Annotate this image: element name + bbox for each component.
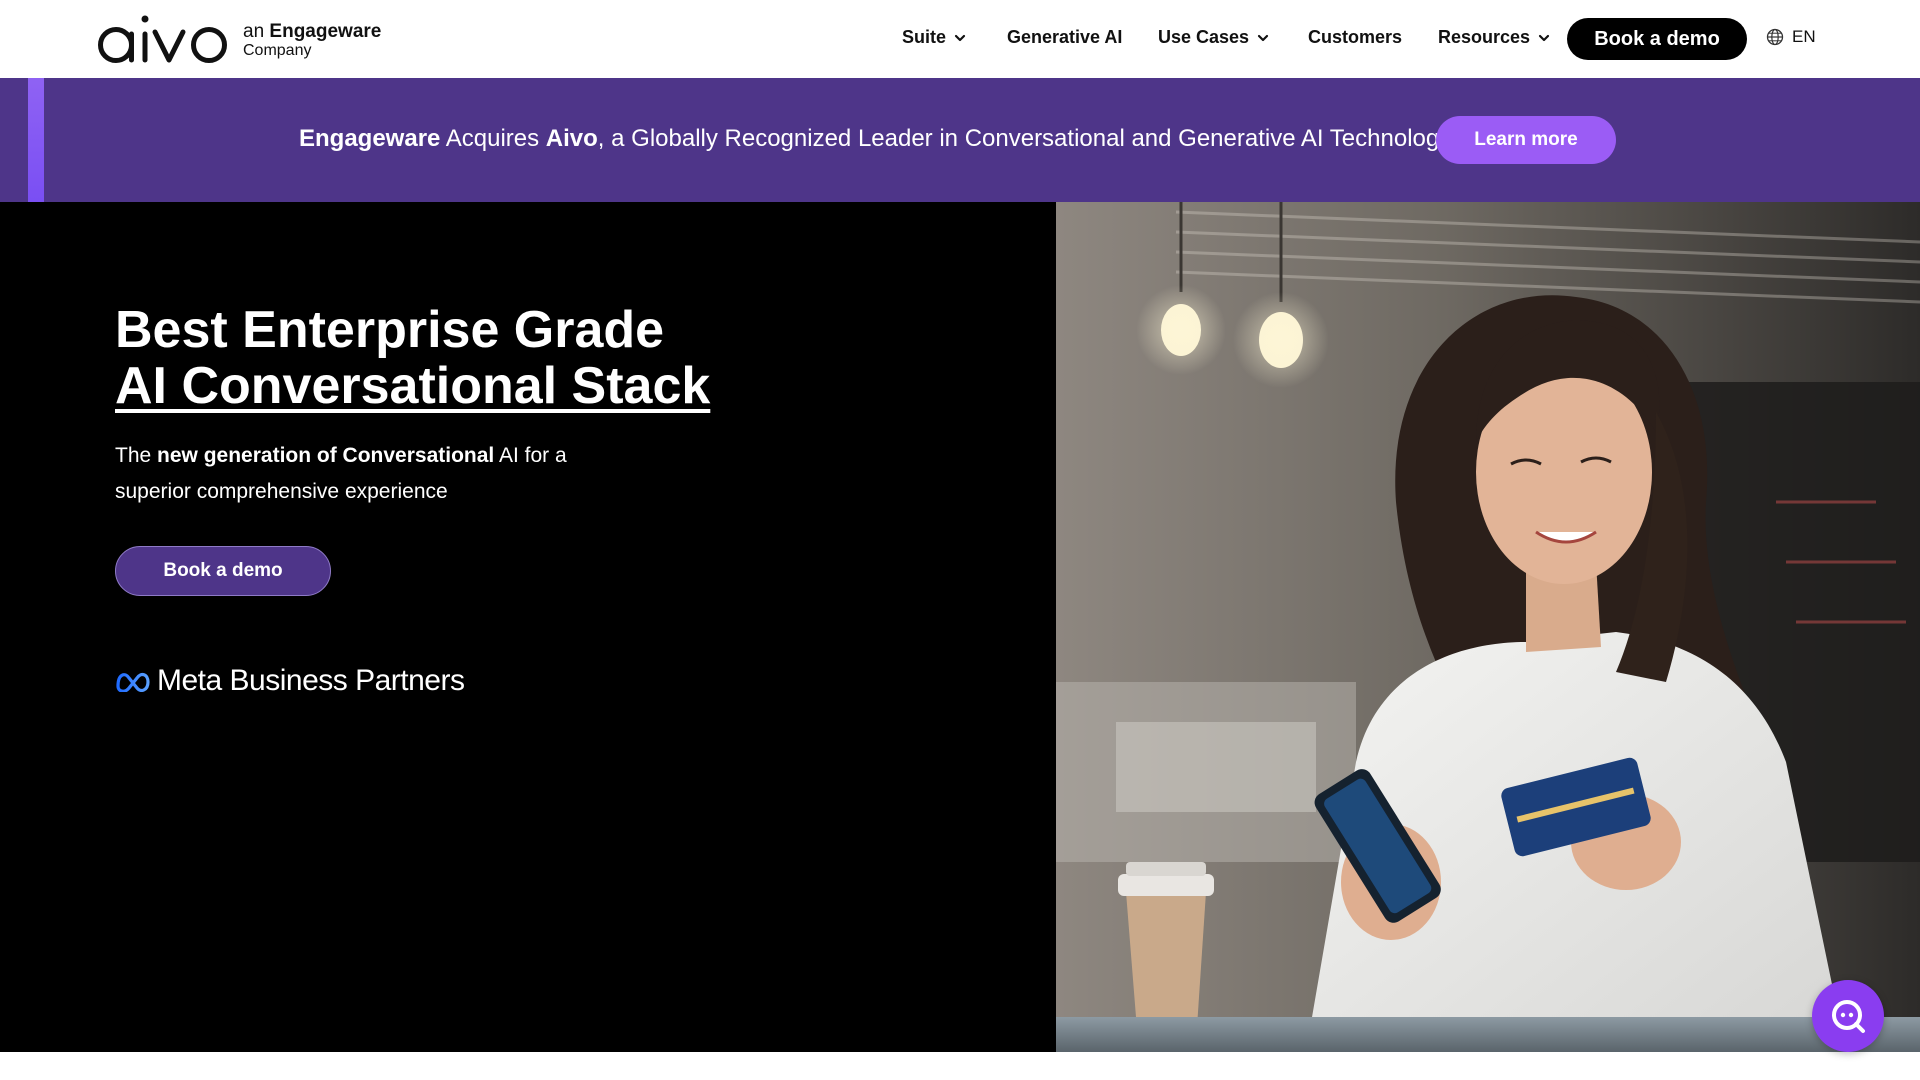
language-label: EN <box>1792 27 1816 46</box>
announcement-banner: Engageware Acquires Aivo, a Globally Rec… <box>0 78 1920 202</box>
hero-subtitle: The new generation of Conversational AI … <box>115 438 635 510</box>
meta-infinity-icon <box>116 672 150 692</box>
nav-item-label: Generative AI <box>1007 27 1123 47</box>
nav-item-label: Customers <box>1308 27 1403 47</box>
hero-photo-woman-paying-with-phone <box>1056 202 1920 1052</box>
learn-more-button[interactable]: Learn more <box>1436 116 1616 164</box>
aivo-logo-mark <box>98 15 227 63</box>
chevron-down-icon <box>1538 34 1550 41</box>
chevron-down-icon <box>1257 34 1269 41</box>
chevron-down-icon <box>954 34 966 41</box>
banner-message: Engageware Acquires Aivo, a Globally Rec… <box>299 125 1451 153</box>
logo-sub-brand: Engageware <box>269 20 382 42</box>
chat-launcher-button[interactable] <box>1812 980 1884 1052</box>
logo-subtitle: an Engageware Company <box>243 22 381 59</box>
banner-brand-engageware: Engageware <box>299 125 441 152</box>
hero-subtitle-bold: new generation of Conversational <box>157 444 495 467</box>
meta-business-partners-badge: Meta Business Partners <box>115 664 465 698</box>
hero-photo-illustration <box>1056 202 1920 1052</box>
logo-sub-prefix: an <box>243 20 265 42</box>
hero-book-demo-button[interactable]: Book a demo <box>115 546 331 596</box>
company-logo[interactable]: an Engageware Company <box>95 12 381 64</box>
nav-item-label: Use Cases <box>1158 27 1250 47</box>
globe-icon <box>1766 28 1784 46</box>
nav-item-suite[interactable]: Suite <box>902 27 966 48</box>
hero-title: Best Enterprise Grade AI Conversational … <box>115 302 710 414</box>
banner-accent <box>28 78 44 202</box>
nav-item-use-cases[interactable]: Use Cases <box>1158 27 1269 48</box>
nav-item-label: Suite <box>902 27 947 47</box>
chat-bubble-icon <box>1832 1000 1865 1033</box>
hero-title-line2: AI Conversational Stack <box>115 357 711 415</box>
logo-sub-line2: Company <box>243 41 312 59</box>
hero-title-line1: Best Enterprise Grade <box>115 301 665 359</box>
banner-brand-aivo: Aivo <box>545 125 598 152</box>
header-book-demo-button[interactable]: Book a demo <box>1567 18 1747 60</box>
nav-item-label: Resources <box>1438 27 1531 47</box>
hero-section: Best Enterprise Grade AI Conversational … <box>0 202 1920 1052</box>
nav-item-resources[interactable]: Resources <box>1438 27 1550 48</box>
hero-text-panel: Best Enterprise Grade AI Conversational … <box>0 202 1056 1052</box>
language-selector[interactable]: EN <box>1766 27 1816 47</box>
site-header: an Engageware Company Suite Generative A… <box>0 0 1920 78</box>
nav-item-customers[interactable]: Customers <box>1308 27 1402 48</box>
meta-partner-label: Meta Business Partners <box>157 664 465 697</box>
hero-subtitle-pre: The <box>115 444 158 467</box>
banner-verb: Acquires <box>440 125 546 152</box>
nav-item-generative-ai[interactable]: Generative AI <box>1007 27 1122 48</box>
banner-rest: , a Globally Recognized Leader in Conver… <box>597 125 1452 152</box>
